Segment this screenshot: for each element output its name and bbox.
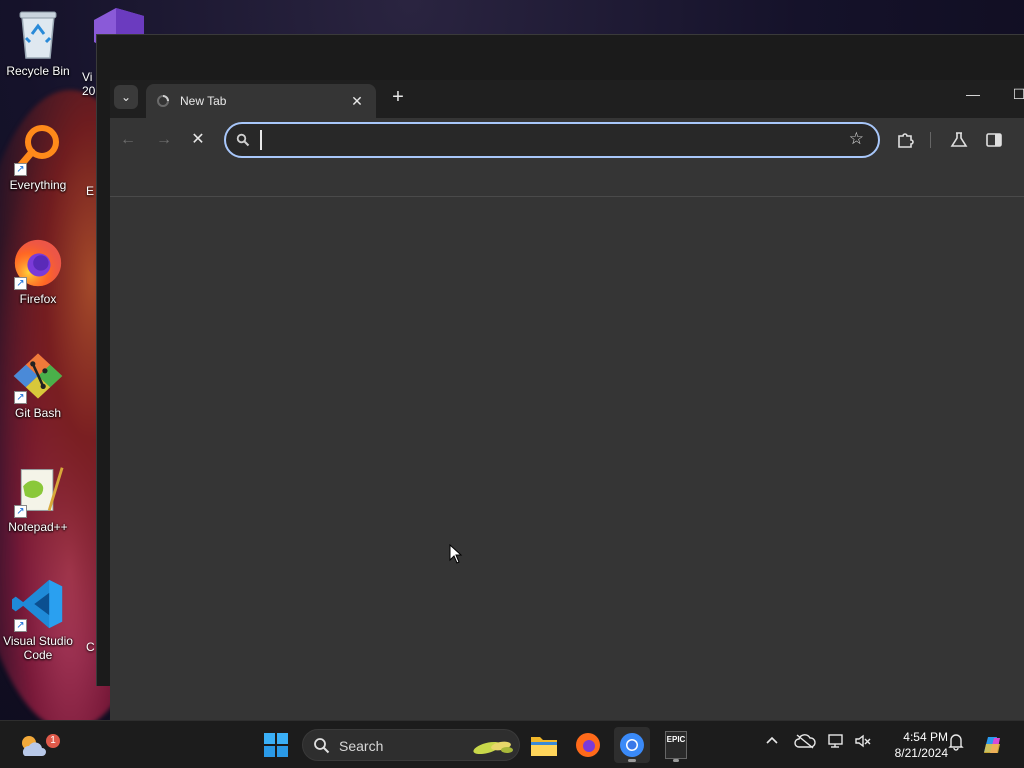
copilot-button[interactable]: [974, 727, 1010, 763]
tab-title: New Tab: [180, 94, 227, 108]
stop-loading-button[interactable]: ✕: [186, 128, 210, 152]
tab-search-button[interactable]: ⌄: [114, 85, 138, 109]
browser-toolbar: ← → ✕ ☆: [110, 118, 1024, 162]
running-indicator: [628, 759, 636, 762]
tab-new-tab[interactable]: New Tab ✕: [146, 84, 376, 118]
network-icon[interactable]: [828, 733, 846, 752]
maximize-button[interactable]: ☐: [1004, 86, 1024, 103]
widgets-weather-button[interactable]: 1: [14, 727, 60, 763]
recycle-bin-icon: [12, 8, 64, 60]
desktop-icon-label: Git Bash: [14, 406, 62, 420]
desktop-icon-everything[interactable]: ↗ Everything: [0, 122, 78, 192]
search-icon: [236, 133, 250, 147]
chevron-down-icon: ⌄: [120, 90, 132, 104]
toolbar-divider: [930, 132, 931, 148]
desktop-icon-label: Notepad++: [8, 520, 68, 534]
notepad-plus-plus-icon: ↗: [12, 464, 64, 518]
onedrive-offline-icon[interactable]: [794, 733, 816, 752]
page-content[interactable]: [110, 198, 1024, 720]
search-icon: [313, 737, 330, 759]
side-panel-icon[interactable]: [983, 129, 1005, 151]
notification-badge: 1: [46, 734, 60, 748]
desktop-icon-recycle-bin[interactable]: Recycle Bin: [0, 8, 78, 78]
folder-icon: [531, 737, 557, 756]
search-label: Search: [339, 738, 384, 754]
taskbar-search-box[interactable]: Search: [302, 729, 520, 761]
close-tab-icon[interactable]: ✕: [348, 93, 366, 110]
firefox-taskbar-button[interactable]: [570, 727, 606, 763]
start-button[interactable]: [258, 727, 294, 763]
address-bar[interactable]: ☆: [224, 122, 880, 158]
extensions-icon[interactable]: [894, 129, 916, 151]
loading-spinner-icon: [156, 94, 170, 108]
windows-logo-icon: [264, 733, 288, 757]
partial-label: C: [86, 640, 95, 654]
taskbar: 1 Search EPIC 4:54 PM 8/21/2024: [0, 720, 1024, 768]
epic-games-icon: EPIC: [665, 731, 687, 759]
search-highlight-image: [471, 736, 515, 761]
desktop-icon-label: Firefox: [19, 292, 57, 306]
desktop-icon-label: Recycle Bin: [6, 64, 70, 78]
file-explorer-button[interactable]: [526, 727, 562, 763]
show-hidden-icons-chevron-icon[interactable]: [765, 733, 779, 750]
desktop-icon-firefox[interactable]: ↗ Firefox: [0, 236, 78, 306]
git-bash-icon: ↗: [12, 350, 64, 404]
clock-time: 4:54 PM: [903, 730, 948, 744]
desktop-icon-visual-studio-code[interactable]: ↗ Visual Studio Code: [0, 578, 78, 662]
shortcut-arrow-icon: ↗: [14, 277, 27, 290]
chrome-taskbar-button[interactable]: [614, 727, 650, 763]
shortcut-arrow-icon: ↗: [14, 163, 27, 176]
desktop-icon-label: Everything: [9, 178, 67, 192]
back-button[interactable]: ←: [116, 128, 140, 152]
everything-search-icon: ↗: [12, 122, 64, 176]
firefox-icon: ↗: [12, 236, 64, 290]
browser-window[interactable]: ⌄ New Tab ✕ + — ☐ ← → ✕ ☆: [110, 80, 1024, 720]
notifications-bell-icon[interactable]: [948, 733, 964, 754]
desktop-icon-git-bash[interactable]: ↗ Git Bash: [0, 350, 78, 420]
desktop-icon-label: Visual Studio Code: [3, 634, 73, 662]
chrome-icon: [620, 733, 644, 757]
mouse-pointer-icon: [449, 543, 463, 564]
partial-label: E: [86, 184, 95, 198]
omnibox-input[interactable]: [260, 130, 820, 150]
tab-strip: ⌄ New Tab ✕ + — ☐: [110, 80, 1024, 118]
system-clock[interactable]: 4:54 PM 8/21/2024: [876, 729, 948, 761]
volume-muted-icon[interactable]: [854, 733, 872, 752]
shortcut-arrow-icon: ↗: [14, 619, 27, 632]
epic-games-button[interactable]: EPIC: [658, 727, 694, 763]
new-tab-button[interactable]: +: [386, 86, 410, 110]
running-indicator: [673, 759, 679, 762]
minimize-button[interactable]: —: [958, 86, 988, 102]
visual-studio-label-partial: Vi: [82, 70, 93, 84]
labs-flask-icon[interactable]: [948, 129, 970, 151]
firefox-icon: [576, 733, 600, 757]
shortcut-arrow-icon: ↗: [14, 391, 27, 404]
vscode-icon: ↗: [12, 578, 64, 632]
clock-date: 8/21/2024: [894, 746, 948, 760]
bookmarks-bar: [110, 162, 1024, 197]
forward-button[interactable]: →: [152, 128, 176, 152]
shortcut-arrow-icon: ↗: [14, 505, 27, 518]
visual-studio-label-partial-2: 20: [82, 84, 96, 98]
desktop-icon-notepad-plus-plus[interactable]: ↗ Notepad++: [0, 464, 78, 534]
bookmark-star-icon[interactable]: ☆: [849, 129, 864, 149]
copilot-icon: [984, 737, 1000, 753]
